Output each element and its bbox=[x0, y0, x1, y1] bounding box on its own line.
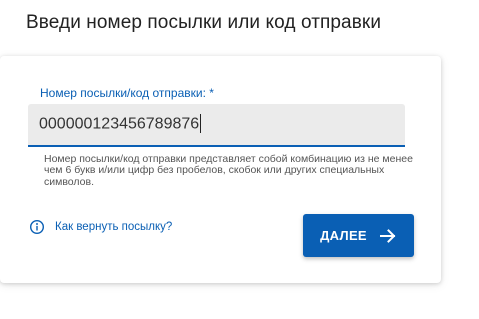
tracking-number-input[interactable]: 000000123456789876 bbox=[39, 114, 202, 134]
tracking-card: Номер посылки/код отправки: * 0000001234… bbox=[0, 56, 441, 283]
info-icon bbox=[29, 219, 45, 235]
arrow-right-icon bbox=[379, 227, 397, 245]
tracking-number-field[interactable]: 000000123456789876 bbox=[28, 104, 405, 147]
tracking-number-label: Номер посылки/код отправки: * bbox=[40, 86, 214, 100]
text-caret bbox=[200, 114, 202, 133]
return-parcel-link[interactable]: Как вернуть посылку? bbox=[29, 219, 172, 235]
tracking-number-helper-text: Номер посылки/код отправки представляет … bbox=[44, 153, 413, 188]
page-title: Введи номер посылки или код отправки bbox=[26, 12, 382, 33]
return-parcel-link-label: Как вернуть посылку? bbox=[55, 221, 173, 233]
next-button[interactable]: ДАЛЕЕ bbox=[303, 214, 414, 257]
next-button-label: ДАЛЕЕ bbox=[320, 228, 367, 243]
tracking-number-value: 000000123456789876 bbox=[39, 115, 200, 133]
